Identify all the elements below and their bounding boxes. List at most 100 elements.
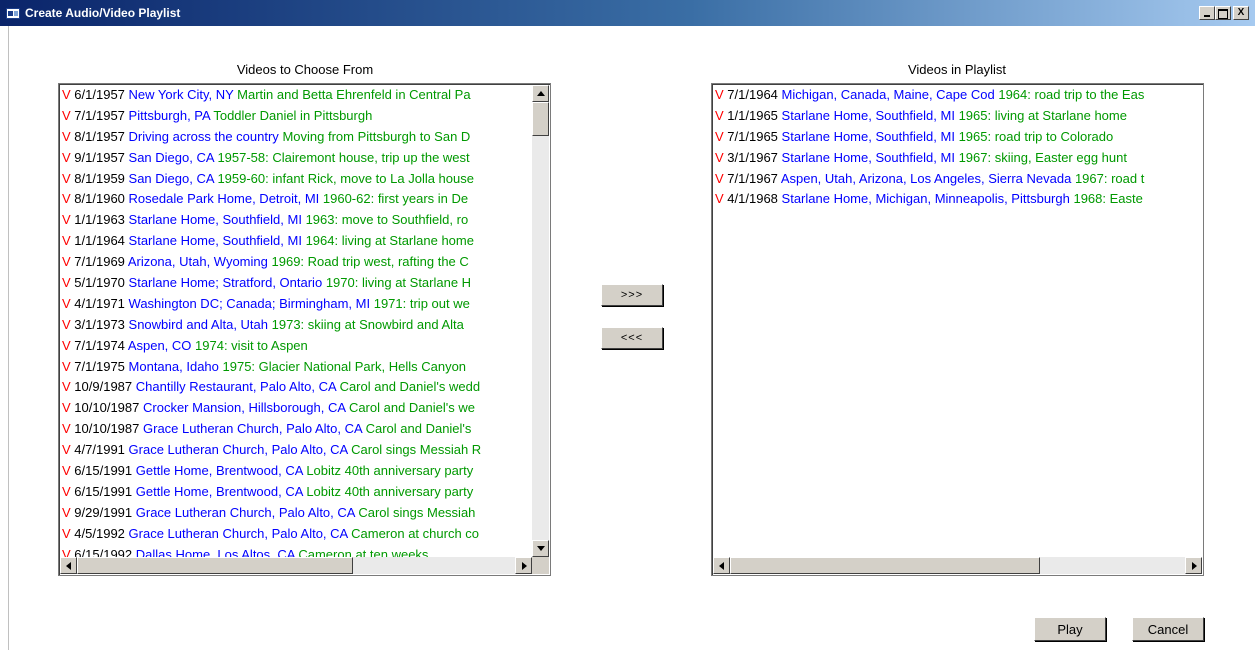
item-place: Washington DC; Canada; Birmingham, MI <box>128 295 371 311</box>
scroll-up-button[interactable] <box>532 85 549 102</box>
playlist-horizontal-scroll-thumb[interactable] <box>730 557 1040 574</box>
media-type-marker: V <box>62 358 71 374</box>
title-bar[interactable]: Create Audio/Video Playlist X <box>0 0 1255 26</box>
item-place: Arizona, Utah, Wyoming <box>127 254 268 270</box>
item-description: Carol and Daniel's <box>365 421 472 437</box>
available-video-item[interactable]: V 10/10/1987 Crocker Mansion, Hillsborou… <box>60 398 532 419</box>
item-place: Montana, Idaho <box>128 358 219 374</box>
playlist-video-item[interactable]: V 4/1/1968 Starlane Home, Michigan, Minn… <box>713 189 1202 210</box>
item-place: Starlane Home, Southfield, MI <box>781 107 955 123</box>
minimize-button[interactable] <box>1199 6 1215 20</box>
item-description: Carol and Daniel's wedd <box>339 379 481 395</box>
available-video-item[interactable]: V 10/10/1987 Grace Lutheran Church, Palo… <box>60 419 532 440</box>
item-date: 5/1/1970 <box>74 275 125 291</box>
playlist-video-item[interactable]: V 7/1/1965 Starlane Home, Southfield, MI… <box>713 127 1202 148</box>
media-type-marker: V <box>62 546 71 557</box>
item-description: 1975: Glacier National Park, Hells Canyo… <box>222 358 467 374</box>
item-date: 10/10/1987 <box>74 400 140 416</box>
item-place: Driving across the country <box>128 128 279 144</box>
playlist-video-item[interactable]: V 3/1/1967 Starlane Home, Southfield, MI… <box>713 148 1202 169</box>
available-videos-list[interactable]: V 6/1/1957 New York City, NY Martin and … <box>58 83 551 576</box>
available-video-item[interactable]: V 7/1/1974 Aspen, CO 1974: visit to Aspe… <box>60 336 532 357</box>
item-description: Moving from Pittsburgh to San D <box>282 128 471 144</box>
available-video-item[interactable]: V 6/15/1991 Gettle Home, Brentwood, CA L… <box>60 461 532 482</box>
media-type-marker: V <box>62 463 71 479</box>
arrow-right-icon <box>522 562 527 570</box>
item-date: 8/1/1959 <box>74 170 125 186</box>
item-date: 8/1/1957 <box>74 128 125 144</box>
vertical-scroll-thumb[interactable] <box>532 102 549 136</box>
playlist-video-item[interactable]: V 7/1/1967 Aspen, Utah, Arizona, Los Ang… <box>713 169 1202 190</box>
item-date: 7/1/1974 <box>74 337 125 353</box>
available-video-item[interactable]: V 1/1/1964 Starlane Home, Southfield, MI… <box>60 231 532 252</box>
available-video-item[interactable]: V 4/5/1992 Grace Lutheran Church, Palo A… <box>60 524 532 545</box>
available-video-item[interactable]: V 3/1/1973 Snowbird and Alta, Utah 1973:… <box>60 315 532 336</box>
playlist-video-item[interactable]: V 7/1/1964 Michigan, Canada, Maine, Cape… <box>713 85 1202 106</box>
item-description: 1957-58: Clairemont house, trip up the w… <box>217 149 470 165</box>
item-description: 1970: living at Starlane H <box>325 275 472 291</box>
add-to-playlist-button[interactable]: >>> <box>601 284 663 306</box>
available-video-item[interactable]: V 8/1/1960 Rosedale Park Home, Detroit, … <box>60 189 532 210</box>
available-video-item[interactable]: V 10/9/1987 Chantilly Restaurant, Palo A… <box>60 377 532 398</box>
available-horizontal-scrollbar[interactable] <box>60 557 532 574</box>
available-video-item[interactable]: V 4/1/1971 Washington DC; Canada; Birmin… <box>60 294 532 315</box>
playlist-horizontal-scrollbar[interactable] <box>713 557 1202 574</box>
available-vertical-scrollbar[interactable] <box>532 85 549 557</box>
item-description: 1968: Easte <box>1073 191 1143 207</box>
media-type-marker: V <box>62 295 71 311</box>
item-description: 1965: living at Starlane home <box>958 107 1127 123</box>
available-video-item[interactable]: V 7/1/1957 Pittsburgh, PA Toddler Daniel… <box>60 106 532 127</box>
item-date: 10/9/1987 <box>74 379 133 395</box>
scroll-right-button[interactable] <box>515 557 532 574</box>
item-date: 1/1/1964 <box>74 233 125 249</box>
item-place: Grace Lutheran Church, Palo Alto, CA <box>128 525 348 541</box>
available-video-item[interactable]: V 6/15/1991 Gettle Home, Brentwood, CA L… <box>60 482 532 503</box>
playlist-label: Videos in Playlist <box>907 62 1007 77</box>
item-place: Michigan, Canada, Maine, Cape Cod <box>781 87 995 102</box>
item-date: 9/29/1991 <box>74 504 133 520</box>
item-description: Carol sings Messiah R <box>351 442 482 458</box>
available-video-item[interactable]: V 1/1/1963 Starlane Home, Southfield, MI… <box>60 210 532 231</box>
available-video-item[interactable]: V 8/1/1959 San Diego, CA 1959-60: infant… <box>60 169 532 190</box>
playlist-scroll-right-button[interactable] <box>1185 557 1202 574</box>
item-place: Snowbird and Alta, Utah <box>128 316 269 332</box>
media-type-marker: V <box>62 275 71 291</box>
playlist-list[interactable]: V 7/1/1964 Michigan, Canada, Maine, Cape… <box>711 83 1204 576</box>
cancel-button[interactable]: Cancel <box>1132 617 1204 641</box>
maximize-button[interactable] <box>1215 6 1231 20</box>
available-video-item[interactable]: V 6/15/1992 Dallas Home, Los Altos, CA C… <box>60 545 532 557</box>
available-video-item[interactable]: V 5/1/1970 Starlane Home; Stratford, Ont… <box>60 273 532 294</box>
media-type-marker: V <box>62 400 71 416</box>
media-type-marker: V <box>62 504 71 520</box>
remove-from-playlist-button[interactable]: <<< <box>601 327 663 349</box>
available-video-item[interactable]: V 7/1/1969 Arizona, Utah, Wyoming 1969: … <box>60 252 532 273</box>
available-video-item[interactable]: V 4/7/1991 Grace Lutheran Church, Palo A… <box>60 440 532 461</box>
media-type-marker: V <box>62 483 71 499</box>
playlist-video-item[interactable]: V 1/1/1965 Starlane Home, Southfield, MI… <box>713 106 1202 127</box>
item-place: Aspen, CO <box>127 337 192 353</box>
available-video-item[interactable]: V 6/1/1957 New York City, NY Martin and … <box>60 85 532 106</box>
scroll-down-button[interactable] <box>532 540 549 557</box>
available-video-item[interactable]: V 7/1/1975 Montana, Idaho 1975: Glacier … <box>60 357 532 378</box>
media-type-marker: V <box>62 379 71 395</box>
available-video-item[interactable]: V 8/1/1957 Driving across the country Mo… <box>60 127 532 148</box>
available-video-item[interactable]: V 9/1/1957 San Diego, CA 1957-58: Claire… <box>60 148 532 169</box>
close-button[interactable]: X <box>1233 6 1249 20</box>
play-button[interactable]: Play <box>1034 617 1106 641</box>
item-place: Chantilly Restaurant, Palo Alto, CA <box>135 379 336 395</box>
scroll-left-button[interactable] <box>60 557 77 574</box>
media-type-marker: V <box>62 254 71 270</box>
media-type-marker: V <box>62 442 71 458</box>
media-type-marker: V <box>715 107 724 123</box>
available-videos-rows: V 6/1/1957 New York City, NY Martin and … <box>60 85 532 557</box>
item-date: 4/5/1992 <box>74 525 125 541</box>
item-description: Martin and Betta Ehrenfeld in Central Pa <box>237 87 471 102</box>
available-video-item[interactable]: V 9/29/1991 Grace Lutheran Church, Palo … <box>60 503 532 524</box>
playlist-scroll-left-button[interactable] <box>713 557 730 574</box>
item-description: 1960-62: first years in De <box>322 191 469 207</box>
horizontal-scroll-thumb[interactable] <box>77 557 353 574</box>
media-type-marker: V <box>715 87 724 102</box>
arrow-left-icon <box>66 562 71 570</box>
media-type-marker: V <box>715 149 724 165</box>
item-date: 7/1/1969 <box>74 254 125 270</box>
